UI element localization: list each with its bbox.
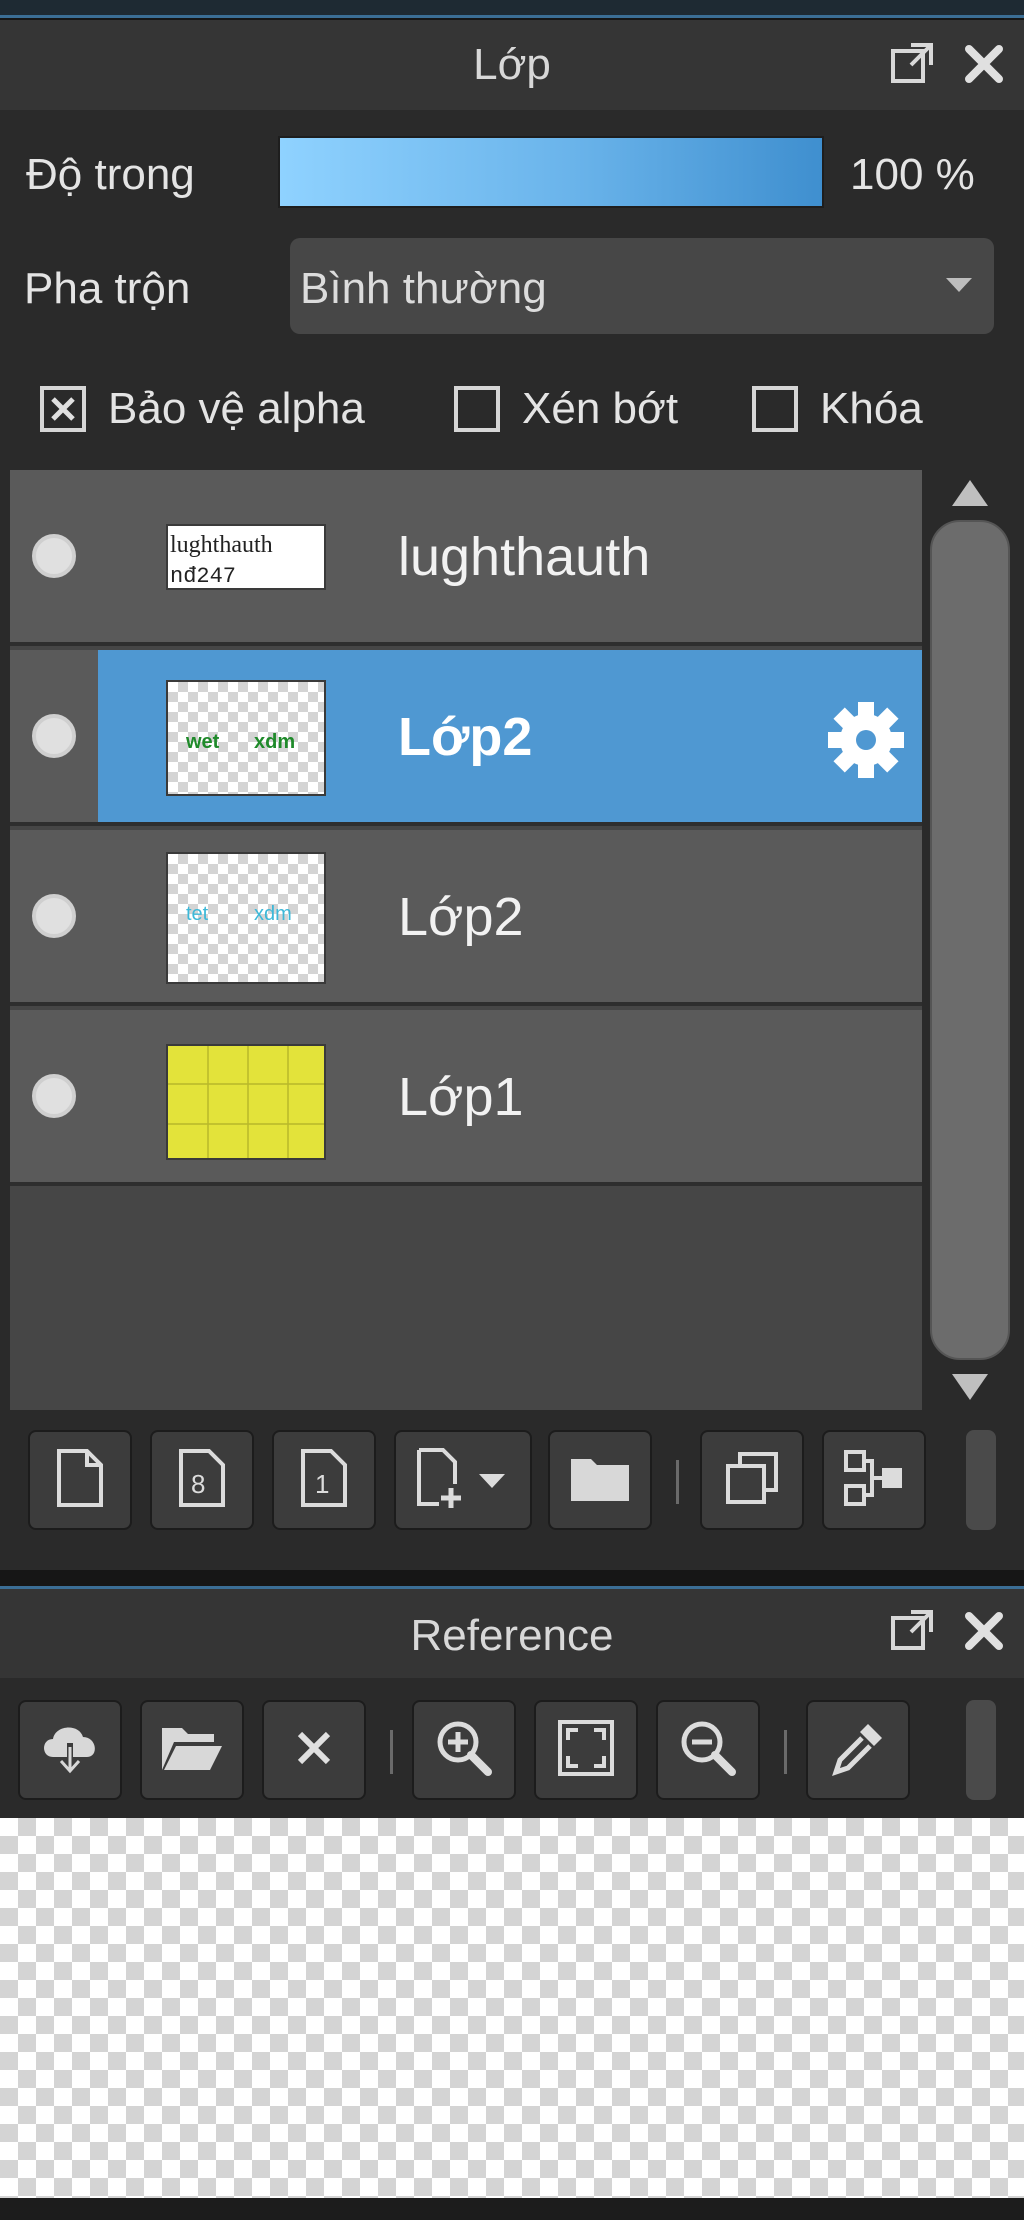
layer-panel-title: Lớp: [473, 40, 551, 89]
import-button[interactable]: [18, 1700, 122, 1800]
new-8bit-layer-icon: 8: [177, 1447, 227, 1514]
window-top-strip: [0, 0, 1024, 18]
opacity-value: 100 %: [850, 150, 975, 199]
eyedropper-icon: [828, 1718, 888, 1783]
blend-label: Pha trộn: [24, 264, 191, 313]
merge-layer-icon: [842, 1448, 906, 1513]
checkbox-empty-icon: [752, 386, 798, 432]
duplicate-layer-button[interactable]: [700, 1430, 804, 1530]
new-layer-button[interactable]: [28, 1430, 132, 1530]
svg-text:8: 8: [191, 1469, 205, 1499]
checkbox-label: Khóa: [820, 384, 923, 433]
blend-mode-value: Bình thường: [300, 264, 547, 313]
reference-panel-title: Reference: [410, 1611, 614, 1660]
visibility-icon[interactable]: [32, 534, 76, 578]
toolbar-separator: [676, 1460, 679, 1504]
remove-reference-button[interactable]: [262, 1700, 366, 1800]
merge-layer-button[interactable]: [822, 1430, 926, 1530]
layer-list-scrollbar[interactable]: [928, 470, 1014, 1410]
svg-text:xdm: xdm: [254, 903, 292, 925]
checkbox-label: Bảo vệ alpha: [108, 384, 365, 433]
duplicate-layer-icon: [724, 1450, 780, 1511]
layer-name: Lớp2: [398, 887, 524, 947]
eyedropper-button[interactable]: [806, 1700, 910, 1800]
visibility-icon[interactable]: [32, 1074, 76, 1118]
zoom-in-icon: [434, 1718, 494, 1783]
fit-view-button[interactable]: [534, 1700, 638, 1800]
zoom-out-button[interactable]: [656, 1700, 760, 1800]
new-1bit-layer-button[interactable]: 1: [272, 1430, 376, 1530]
svg-text:wet: wet: [185, 731, 220, 753]
checkbox-protect-alpha[interactable]: Bảo vệ alpha: [40, 384, 365, 434]
close-panel-icon[interactable]: [956, 36, 1012, 92]
opacity-slider[interactable]: [278, 136, 824, 208]
toolbar-separator: [390, 1730, 393, 1774]
zoom-out-icon: [678, 1718, 738, 1783]
layer-name: lughthauth: [398, 527, 651, 587]
checkbox-empty-icon: [454, 386, 500, 432]
open-reference-button[interactable]: [140, 1700, 244, 1800]
layer-thumbnail: wet xdm: [166, 680, 326, 796]
open-folder-icon: [160, 1722, 224, 1779]
close-icon: [294, 1728, 334, 1773]
scroll-up-icon[interactable]: [952, 480, 988, 506]
layer-row[interactable]: Lớp1: [10, 1010, 922, 1186]
layer-list: lughthauth nđ247 lughthauth wet xdm Lớp2: [10, 470, 922, 1410]
checkbox-lock[interactable]: Khóa: [752, 384, 923, 434]
reference-panel-header: Reference: [0, 1586, 1024, 1678]
layer-toolbar: 8 1: [10, 1416, 1014, 1540]
gear-icon[interactable]: [824, 698, 908, 782]
reference-toolbar: [8, 1686, 1012, 1810]
folder-icon: [569, 1453, 631, 1508]
opacity-label: Độ trong: [26, 150, 195, 199]
add-layer-menu-icon: [413, 1446, 513, 1515]
layer-name: Lớp2: [398, 707, 533, 767]
close-panel-icon[interactable]: [956, 1603, 1012, 1659]
layer-row-selected[interactable]: wet xdm Lớp2: [10, 650, 922, 826]
svg-text:xdm: xdm: [254, 731, 295, 753]
svg-text:1: 1: [315, 1469, 329, 1499]
fit-icon: [556, 1718, 616, 1783]
layer-row[interactable]: tet xdm Lớp2: [10, 830, 922, 1006]
layer-thumbnail: tet xdm: [166, 852, 326, 984]
new-1bit-layer-icon: 1: [299, 1447, 349, 1514]
new-layer-icon: [55, 1447, 105, 1514]
checkbox-checked-icon: [40, 386, 86, 432]
add-layer-menu-button[interactable]: [394, 1430, 532, 1530]
zoom-in-button[interactable]: [412, 1700, 516, 1800]
toolbar-overflow-handle[interactable]: [966, 1700, 996, 1800]
import-icon: [39, 1717, 101, 1784]
popout-icon[interactable]: [884, 36, 940, 92]
new-folder-button[interactable]: [548, 1430, 652, 1530]
checkbox-label: Xén bớt: [522, 384, 679, 433]
layer-thumbnail: lughthauth nđ247: [166, 524, 326, 590]
layer-row[interactable]: lughthauth nđ247 lughthauth: [10, 470, 922, 646]
toolbar-separator: [784, 1730, 787, 1774]
svg-text:tet: tet: [186, 903, 209, 925]
chevron-down-icon: [946, 278, 972, 292]
toolbar-overflow-handle[interactable]: [966, 1430, 996, 1530]
svg-text:nđ247: nđ247: [170, 564, 236, 589]
svg-text:lughthauth: lughthauth: [170, 532, 273, 558]
layer-panel-header: Lớp: [0, 20, 1024, 110]
popout-icon[interactable]: [884, 1603, 940, 1659]
visibility-icon[interactable]: [32, 714, 76, 758]
blend-mode-select[interactable]: Bình thường: [290, 238, 994, 334]
layer-thumbnail: [166, 1044, 326, 1160]
visibility-icon[interactable]: [32, 894, 76, 938]
scroll-down-icon[interactable]: [952, 1374, 988, 1400]
scroll-thumb[interactable]: [930, 520, 1010, 1360]
reference-toolbar-area: [0, 1678, 1024, 1818]
new-8bit-layer-button[interactable]: 8: [150, 1430, 254, 1530]
reference-canvas[interactable]: [0, 1818, 1024, 2198]
bottom-strip: [0, 2198, 1024, 2220]
layer-name: Lớp1: [398, 1067, 524, 1127]
checkbox-clipping[interactable]: Xén bớt: [454, 384, 678, 434]
